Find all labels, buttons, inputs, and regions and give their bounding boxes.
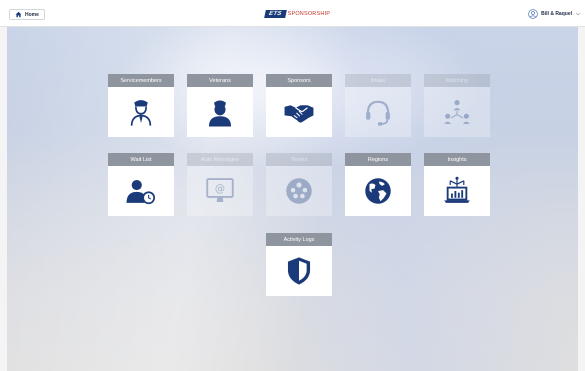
user-avatar-icon [528, 9, 538, 19]
dashboard-area: Servicemembers Veterans Sponsors Intake … [7, 27, 578, 371]
tile-label: Matching [445, 77, 469, 84]
servicemember-icon [130, 100, 152, 126]
tile-activity-logs[interactable]: Activity Logs [266, 233, 332, 296]
tile-auto-messages: Auto Messages @ [187, 153, 253, 216]
tile-label: Servicemembers [120, 77, 162, 84]
logo-text: SPONSORSHIP [287, 11, 331, 17]
app-logo[interactable]: ETS SPONSORSHIP [264, 8, 331, 20]
tile-veterans[interactable]: Veterans [187, 74, 253, 137]
tile-regions[interactable]: Regions [345, 153, 411, 216]
tile-insights[interactable]: Insights [424, 153, 490, 216]
laptop-analytics-icon [444, 176, 470, 203]
home-button-label: Home [25, 11, 39, 18]
tile-label: Regions [367, 156, 389, 163]
veteran-icon [208, 100, 232, 127]
tile-matching: Matching [424, 74, 490, 137]
shield-icon [287, 257, 311, 285]
home-button[interactable]: Home [9, 9, 45, 20]
tile-label: Auto Messages [201, 156, 239, 163]
user-clock-icon [126, 179, 156, 205]
home-icon [15, 11, 22, 18]
handshake-icon [284, 105, 314, 123]
globe-icon [365, 178, 391, 204]
tile-wait-list[interactable]: Wait List [108, 153, 174, 216]
network-icon [444, 100, 470, 124]
tile-label: Teams [290, 156, 308, 163]
tile-sponsors[interactable]: Sponsors [266, 74, 332, 137]
tile-teams: Teams [266, 153, 332, 216]
tile-servicemembers[interactable]: Servicemembers [108, 74, 174, 137]
tile-label: Activity Logs [283, 236, 315, 243]
group-icon [286, 178, 312, 204]
email-monitor-icon: @ [206, 178, 234, 203]
user-menu[interactable]: Bill & Raquel [528, 8, 581, 20]
headset-icon [366, 100, 390, 126]
logo-mark: ETS [264, 10, 287, 18]
chevron-down-icon [575, 12, 581, 16]
tile-label: Wait List [130, 156, 152, 163]
svg-text:@: @ [215, 184, 225, 195]
top-bar: Home ETS SPONSORSHIP Bill & Raquel [0, 0, 585, 27]
tile-intake: Intake [345, 74, 411, 137]
tile-label: Sponsors [287, 77, 311, 84]
user-name: Bill & Raquel [541, 11, 572, 17]
tile-label: Veterans [209, 77, 231, 84]
tile-label: Intake [370, 77, 386, 84]
tile-label: Insights [447, 156, 467, 163]
